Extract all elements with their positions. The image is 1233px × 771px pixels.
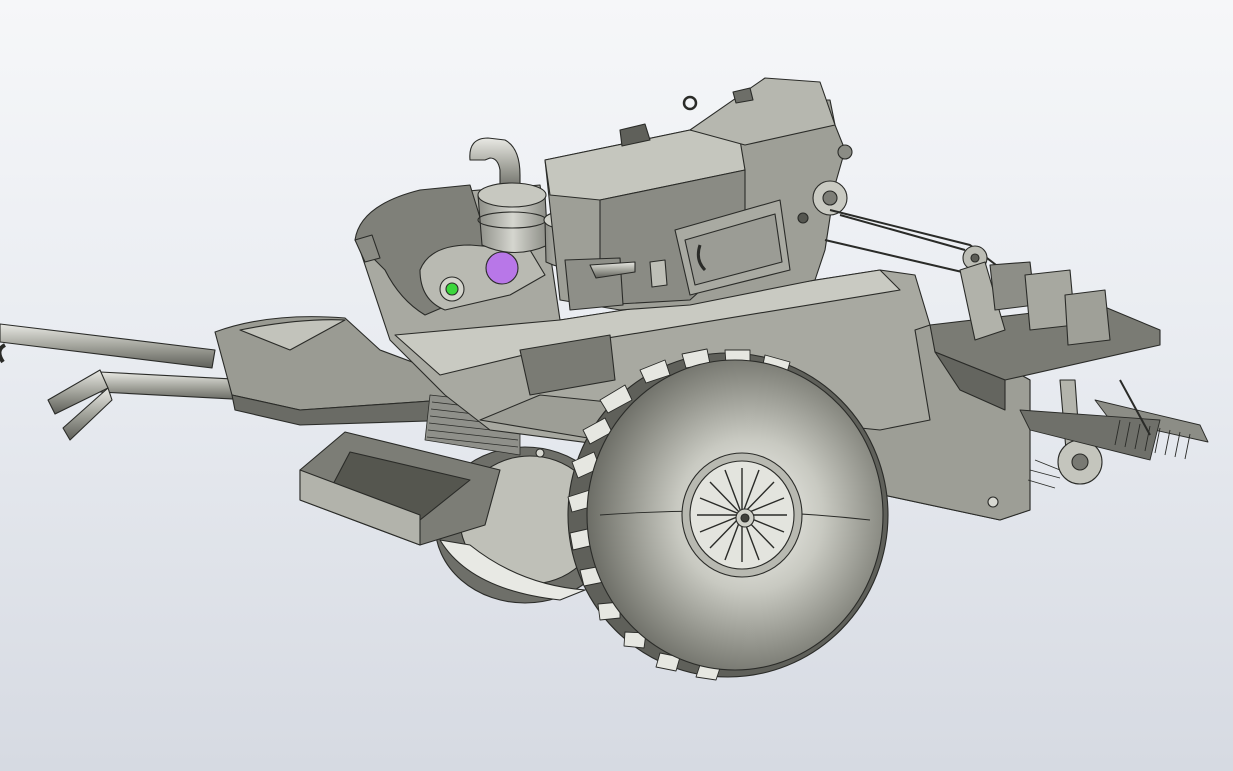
status-indicator-icon[interactable] xyxy=(445,282,459,296)
digging-blade-rake[interactable] xyxy=(1019,379,1209,489)
selected-feature-highlight[interactable] xyxy=(485,251,519,285)
model-shadow-body xyxy=(0,77,1209,681)
rear-attachment-frame[interactable] xyxy=(929,261,1161,411)
cad-3d-viewport[interactable] xyxy=(0,0,1233,771)
drive-pulley[interactable] xyxy=(812,180,848,216)
tractor-3d-model[interactable] xyxy=(0,0,1233,771)
handlebar-left[interactable] xyxy=(0,323,216,369)
exhaust-pipe[interactable] xyxy=(469,137,549,253)
front-drive-wheel[interactable] xyxy=(567,348,889,681)
collection-tray[interactable] xyxy=(299,431,501,546)
